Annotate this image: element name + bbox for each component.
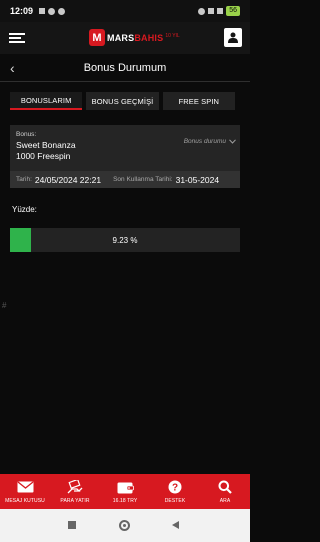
- back-icon[interactable]: [172, 521, 179, 529]
- logo-text: MARSBAHIS: [107, 33, 163, 43]
- recent-apps-icon[interactable]: [68, 521, 76, 529]
- tab-free-spin[interactable]: FREE SPIN: [162, 92, 235, 110]
- expiry-value: 31-05-2024: [175, 174, 220, 185]
- money-hand-icon: [67, 479, 83, 493]
- nav-label: ARA: [219, 497, 231, 504]
- percent-label: Yüzde:: [12, 205, 37, 214]
- bonus-tabs: BONUSLARIM BONUS GEÇMİŞİ FREE SPIN: [10, 92, 235, 110]
- header-divider: [0, 81, 250, 82]
- notification-icon: [48, 7, 56, 15]
- nav-item-mesaj-kutusu[interactable]: MESAJ KUTUSU: [0, 474, 50, 509]
- chevron-down-icon: [229, 139, 236, 144]
- home-icon[interactable]: [119, 520, 130, 531]
- wallet-icon: [117, 482, 134, 493]
- logo-text-part1: MARS: [107, 32, 135, 43]
- search-icon: [218, 480, 232, 494]
- stray-hash-mark: #: [2, 301, 7, 310]
- bonus-amount: 1000 Freespin: [16, 151, 71, 161]
- bonus-info: Bonus: Sweet Bonanza 1000 Freespin: [16, 131, 238, 161]
- notification-icon: [58, 7, 66, 15]
- back-chevron-icon[interactable]: ‹: [10, 60, 15, 76]
- user-icon: [228, 32, 238, 43]
- nav-label: 16.18 TRY: [112, 497, 138, 504]
- help-icon: ?: [168, 480, 182, 494]
- nav-item-para-yatir[interactable]: PARA YATIR: [50, 474, 100, 509]
- page-header: ‹ Bonus Durumum: [0, 57, 250, 79]
- bonus-label: Bonus:: [16, 131, 37, 138]
- bonus-status-dropdown[interactable]: Bonus durumu: [184, 138, 236, 145]
- bottom-navigation: MESAJ KUTUSU PARA YATIR 16.18 TRY ? DEST…: [0, 474, 250, 509]
- bonus-progress-bar: 9.23 %: [10, 228, 240, 252]
- date-label: Tarih:: [16, 176, 32, 183]
- notification-icon: [39, 7, 46, 14]
- hamburger-menu-icon[interactable]: [9, 33, 25, 43]
- logo-anniversary: 10 YIL: [165, 32, 180, 39]
- tab-bonus-gecmisi[interactable]: BONUS GEÇMİŞİ: [86, 92, 159, 110]
- logo-text-part2: BAHIS: [134, 32, 164, 43]
- tab-bonuslarim[interactable]: BONUSLARIM: [10, 92, 83, 110]
- logo-badge: M: [89, 29, 105, 46]
- bonus-dates: Tarih: 24/05/2024 22:21 Son Kullanma Tar…: [10, 171, 240, 188]
- expiry-label: Son Kullanma Tarihi:: [113, 176, 173, 183]
- envelope-icon: [17, 481, 33, 493]
- nav-label: MESAJ KUTUSU: [5, 497, 45, 504]
- alarm-icon: [198, 7, 206, 15]
- bonus-card: Bonus: Sweet Bonanza 1000 Freespin Bonus…: [10, 125, 240, 188]
- page-title: Bonus Durumum: [83, 62, 167, 74]
- android-navigation-bar: [0, 509, 250, 542]
- nav-label: PARA YATIR: [60, 497, 90, 504]
- marsbahis-logo[interactable]: M MARSBAHIS 10 YIL: [89, 29, 180, 46]
- notification-icons: [39, 7, 66, 15]
- svg-text:?: ?: [172, 483, 178, 494]
- system-icons: 56: [198, 6, 240, 16]
- bonus-status-label: Bonus durumu: [183, 138, 226, 145]
- system-status-bar: 12:09 56: [0, 0, 250, 22]
- nav-item-balance[interactable]: 16.18 TRY: [100, 474, 150, 509]
- signal-icon: [217, 8, 224, 14]
- date-value: 24/05/2024 22:21: [34, 174, 102, 185]
- status-time: 12:09: [10, 6, 34, 16]
- user-account-button[interactable]: [224, 28, 242, 47]
- app-header: M MARSBAHIS 10 YIL: [0, 22, 250, 54]
- progress-value: 9.23 %: [112, 235, 138, 245]
- wifi-icon: [208, 8, 215, 14]
- battery-icon: 56: [226, 6, 240, 16]
- nav-item-ara[interactable]: ARA: [200, 474, 250, 509]
- nav-item-destek[interactable]: ? DESTEK: [150, 474, 200, 509]
- nav-label: DESTEK: [164, 497, 186, 504]
